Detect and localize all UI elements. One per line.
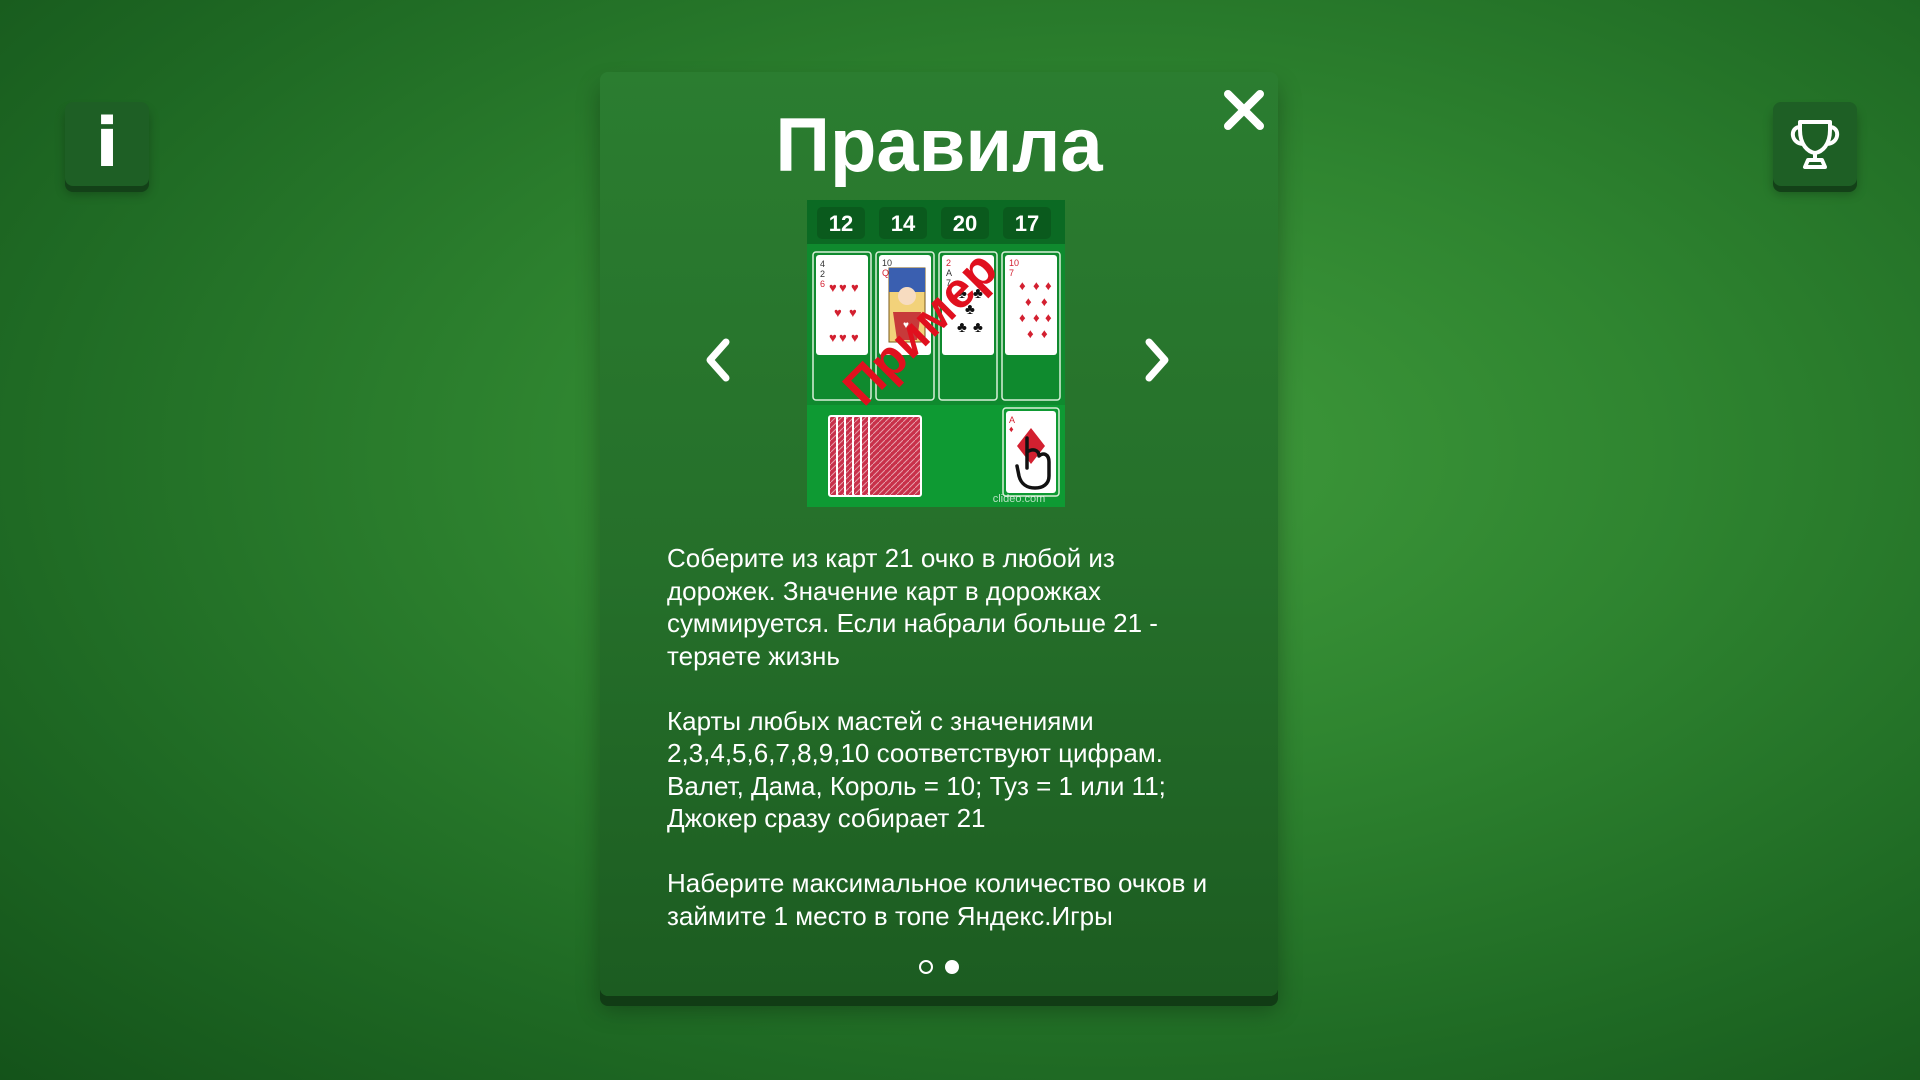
svg-text:♥: ♥ <box>849 305 857 320</box>
svg-text:Q: Q <box>882 268 889 278</box>
lane-score-4: 17 <box>1003 207 1051 239</box>
svg-text:♦: ♦ <box>1033 278 1040 293</box>
svg-text:♦: ♦ <box>1045 310 1052 325</box>
svg-text:♦: ♦ <box>1041 294 1048 309</box>
lane-score-3: 20 <box>941 207 989 239</box>
svg-text:♥: ♥ <box>834 305 842 320</box>
preview-credit: clideo.com <box>993 493 1046 505</box>
svg-text:17: 17 <box>1015 211 1039 236</box>
svg-text:10: 10 <box>882 258 892 268</box>
svg-text:♣: ♣ <box>973 319 983 336</box>
svg-text:♥: ♥ <box>851 330 859 345</box>
next-page-button[interactable] <box>1137 332 1177 388</box>
page-dot-1[interactable] <box>919 960 933 974</box>
chevron-left-icon <box>706 338 730 382</box>
svg-text:♥: ♥ <box>829 280 837 295</box>
svg-text:♦: ♦ <box>1041 326 1048 341</box>
svg-text:♦: ♦ <box>1027 326 1034 341</box>
chevron-right-icon <box>1145 338 1169 382</box>
svg-text:4: 4 <box>820 259 825 269</box>
svg-text:♦: ♦ <box>1025 294 1032 309</box>
svg-text:20: 20 <box>953 211 977 236</box>
svg-text:14: 14 <box>891 211 916 236</box>
svg-text:♦: ♦ <box>1009 424 1014 434</box>
previous-page-button[interactable] <box>698 332 738 388</box>
svg-text:2: 2 <box>820 269 825 279</box>
page-indicator <box>600 960 1278 974</box>
svg-text:6: 6 <box>820 279 825 289</box>
svg-text:♦: ♦ <box>1033 310 1040 325</box>
svg-text:♥: ♥ <box>829 330 837 345</box>
close-icon <box>1224 90 1264 130</box>
close-button[interactable] <box>1220 86 1268 134</box>
svg-text:♥: ♥ <box>839 280 847 295</box>
svg-text:7: 7 <box>1009 268 1014 278</box>
playing-card: 10 7 ♦ ♦ ♦ ♦ ♦ ♦ ♦ ♦ ♦ ♦ <box>1005 255 1057 355</box>
info-button[interactable]: i <box>65 102 149 186</box>
svg-text:♥: ♥ <box>839 330 847 345</box>
leaderboard-button[interactable] <box>1773 102 1857 186</box>
lane-score-1: 12 <box>817 207 865 239</box>
svg-text:12: 12 <box>829 211 853 236</box>
draw-pile <box>828 415 922 497</box>
lane-score-2: 14 <box>879 207 927 239</box>
info-icon: i <box>95 104 119 183</box>
svg-text:♥: ♥ <box>851 280 859 295</box>
svg-text:♦: ♦ <box>1019 278 1026 293</box>
rules-paragraph: Соберите из карт 21 очко в любой из доро… <box>667 543 1158 671</box>
rules-dialog: Правила 12 14 20 17 4 2 6 ♥ ♥ ♥ ♥ ♥ ♥ ♥ … <box>600 72 1278 996</box>
svg-text:10: 10 <box>1009 258 1019 268</box>
rules-preview-image: 12 14 20 17 4 2 6 ♥ ♥ ♥ ♥ ♥ ♥ ♥ ♥ 10 Q ♥… <box>807 200 1065 507</box>
playing-card: 4 2 6 ♥ ♥ ♥ ♥ ♥ ♥ ♥ ♥ <box>816 255 868 355</box>
rules-text: Соберите из карт 21 очко в любой из доро… <box>667 542 1227 965</box>
current-card: A ♦ <box>1002 407 1060 497</box>
svg-text:♦: ♦ <box>1019 310 1026 325</box>
dialog-title: Правила <box>775 103 1103 188</box>
rules-paragraph: Карты любых мастей с значениями 2,3,4,5,… <box>667 705 1166 834</box>
page-dot-2-active[interactable] <box>945 960 959 974</box>
trophy-icon <box>1790 120 1840 169</box>
svg-text:♦: ♦ <box>1045 278 1052 293</box>
rules-paragraph: Наберите максимальное количество очков и… <box>667 868 1208 931</box>
